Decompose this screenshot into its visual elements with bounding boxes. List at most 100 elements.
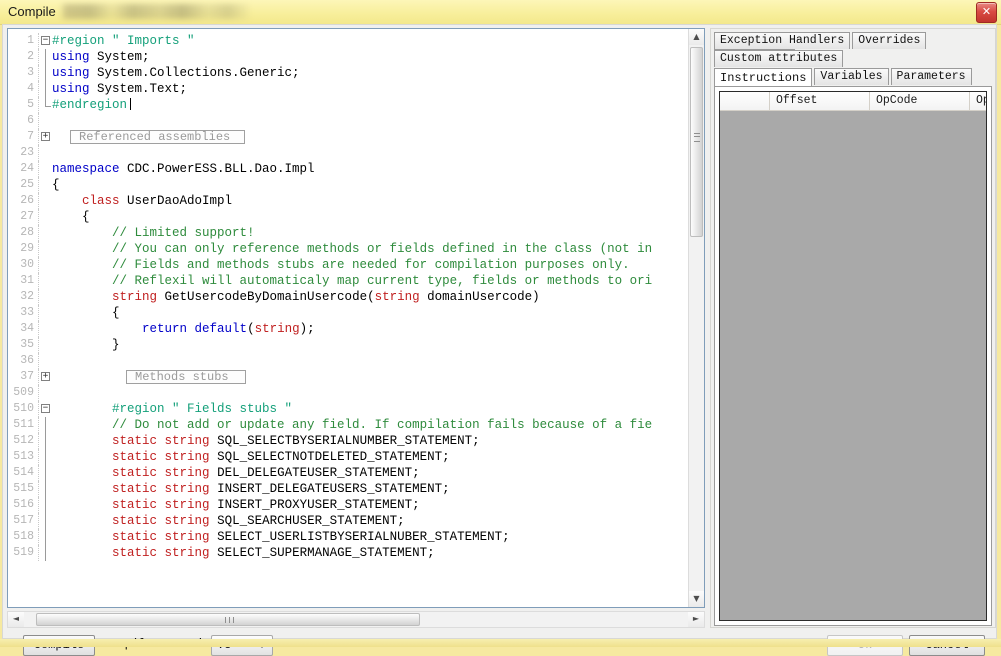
code-line: 34 return default(string); — [8, 321, 704, 337]
code-line: 25 { — [8, 177, 704, 193]
gutter-separator — [38, 353, 40, 369]
code-line: 28 // Limited support! — [8, 225, 704, 241]
fold-guide-end — [45, 97, 51, 107]
line-number: 516 — [13, 498, 34, 511]
close-icon[interactable]: ✕ — [976, 2, 997, 23]
code-text: #region " Fields stubs " — [112, 402, 293, 416]
line-number: 7 — [27, 130, 34, 143]
gutter-separator — [38, 513, 40, 529]
tab-parameters[interactable]: Parameters — [890, 68, 972, 85]
line-number: 5 — [27, 98, 34, 111]
line-number: 30 — [20, 258, 34, 271]
gutter-separator — [38, 529, 40, 545]
vertical-scroll-thumb[interactable] — [690, 47, 703, 237]
fold-guide-line — [45, 465, 46, 481]
code-text: // Limited support! — [112, 226, 255, 240]
fold-guide-line — [45, 529, 46, 545]
gutter-separator — [38, 81, 40, 97]
tab-exception-handlers[interactable]: Exception Handlers — [714, 32, 851, 49]
gutter-separator — [38, 465, 40, 481]
gutter-separator — [38, 241, 40, 257]
code-line: 26 class UserDaoAdoImpl — [8, 193, 704, 209]
scroll-down-arrow-icon[interactable]: ▼ — [689, 591, 704, 607]
gutter-separator — [38, 385, 40, 401]
code-line: 515 static string INSERT_DELEGATEUSERS_S… — [8, 481, 704, 497]
fold-collapse-icon[interactable]: − — [41, 404, 50, 413]
code-line: 511 // Do not add or update any field. I… — [8, 417, 704, 433]
code-line: 31 // Reflexil will automaticaly map cur… — [8, 273, 704, 289]
code-text-area[interactable]: 1− #region " Imports " 2 using System; 3 usin… — [8, 29, 704, 607]
code-text: static string INSERT_DELEGATEUSERS_STATE… — [112, 482, 450, 496]
listview-column-header-offset[interactable]: Offset — [770, 92, 870, 110]
fold-guide-line — [45, 65, 46, 81]
listview-column-header-opcode[interactable]: OpCode — [870, 92, 970, 110]
horizontal-scroll-thumb[interactable] — [36, 613, 420, 626]
line-number: 517 — [13, 514, 34, 527]
code-text: static string SQL_SELECTBYSERIALNUMBER_S… — [112, 434, 480, 448]
code-line: 517 static string SQL_SEARCHUSER_STATEME… — [8, 513, 704, 529]
code-editor[interactable]: 1− #region " Imports " 2 using System; 3 usin… — [7, 28, 705, 608]
text-caret — [130, 98, 132, 110]
instructions-listview[interactable]: OffsetOpCodeOper — [719, 91, 987, 621]
gutter-separator — [38, 273, 40, 289]
collapsed-region-box[interactable]: Methods stubs — [126, 370, 246, 384]
gutter-separator — [38, 401, 40, 417]
listview-column-header[interactable] — [720, 92, 770, 110]
code-line: 510− #region " Fields stubs " — [8, 401, 704, 417]
tab-row-3: Instructions Variables Parameters — [714, 68, 974, 87]
tab-instructions[interactable]: Instructions — [714, 68, 813, 87]
fold-guide-line — [45, 497, 46, 513]
gutter-separator — [38, 49, 40, 65]
line-number: 35 — [20, 338, 34, 351]
collapsed-region-box[interactable]: Referenced assemblies — [70, 130, 245, 144]
tab-custom-attributes[interactable]: Custom attributes — [714, 50, 844, 67]
scroll-left-arrow-icon[interactable]: ◄ — [8, 612, 24, 627]
line-number: 515 — [13, 482, 34, 495]
fold-expand-icon[interactable]: + — [41, 372, 50, 381]
line-number: 6 — [27, 114, 34, 127]
code-text: { — [52, 178, 60, 192]
window-title-bar: Compile ✕ — [0, 0, 1001, 25]
fold-guide-line — [45, 81, 46, 97]
tab-variables[interactable]: Variables — [814, 68, 889, 85]
gutter-separator — [38, 497, 40, 513]
code-line: 30 // Fields and methods stubs are neede… — [8, 257, 704, 273]
code-line: 513 static string SQL_SELECTNOTDELETED_S… — [8, 449, 704, 465]
code-text: // You can only reference methods or fie… — [112, 242, 653, 256]
code-line: 33 { — [8, 305, 704, 321]
editor-vertical-scrollbar[interactable]: ▲ ▼ — [688, 29, 704, 607]
code-text: // Fields and methods stubs are needed f… — [112, 258, 630, 272]
line-number: 27 — [20, 210, 34, 223]
code-text: using System.Text; — [52, 82, 188, 96]
gutter-separator — [38, 321, 40, 337]
code-line: 1− #region " Imports " — [8, 33, 704, 49]
gutter-separator — [38, 113, 40, 129]
gutter-separator — [38, 209, 40, 225]
fold-expand-icon[interactable]: + — [41, 132, 50, 141]
fold-guide-line — [45, 481, 46, 497]
code-line: 3 using System.Collections.Generic; — [8, 65, 704, 81]
code-line: 516 static string INSERT_PROXYUSER_STATE… — [8, 497, 704, 513]
listview-column-header-oper[interactable]: Oper — [970, 92, 986, 110]
fold-guide-line — [45, 417, 46, 433]
gutter-separator — [38, 161, 40, 177]
fold-collapse-icon[interactable]: − — [41, 36, 50, 45]
gutter-separator — [38, 257, 40, 273]
editor-horizontal-scrollbar[interactable]: ◄ ► — [7, 611, 705, 628]
code-text: static string SQL_SEARCHUSER_STATEMENT; — [112, 514, 405, 528]
gutter-separator — [38, 289, 40, 305]
code-text: static string SELECT_SUPERMANAGE_STATEME… — [112, 546, 435, 560]
scroll-up-arrow-icon[interactable]: ▲ — [689, 29, 704, 45]
line-number: 2 — [27, 50, 34, 63]
code-line: 35 } — [8, 337, 704, 353]
scroll-right-arrow-icon[interactable]: ► — [688, 612, 704, 627]
code-line: 36 — [8, 353, 704, 369]
member-details-panel: Exception HandlersOverridesAttributes Cu… — [710, 28, 996, 628]
desktop-background-strip — [0, 639, 1001, 647]
code-text: string GetUsercodeByDomainUsercode(strin… — [112, 290, 540, 304]
code-line: 509 — [8, 385, 704, 401]
fold-guide-line — [45, 433, 46, 449]
code-text: } — [52, 338, 120, 352]
tab-overrides[interactable]: Overrides — [852, 32, 927, 49]
gutter-separator — [38, 129, 40, 145]
